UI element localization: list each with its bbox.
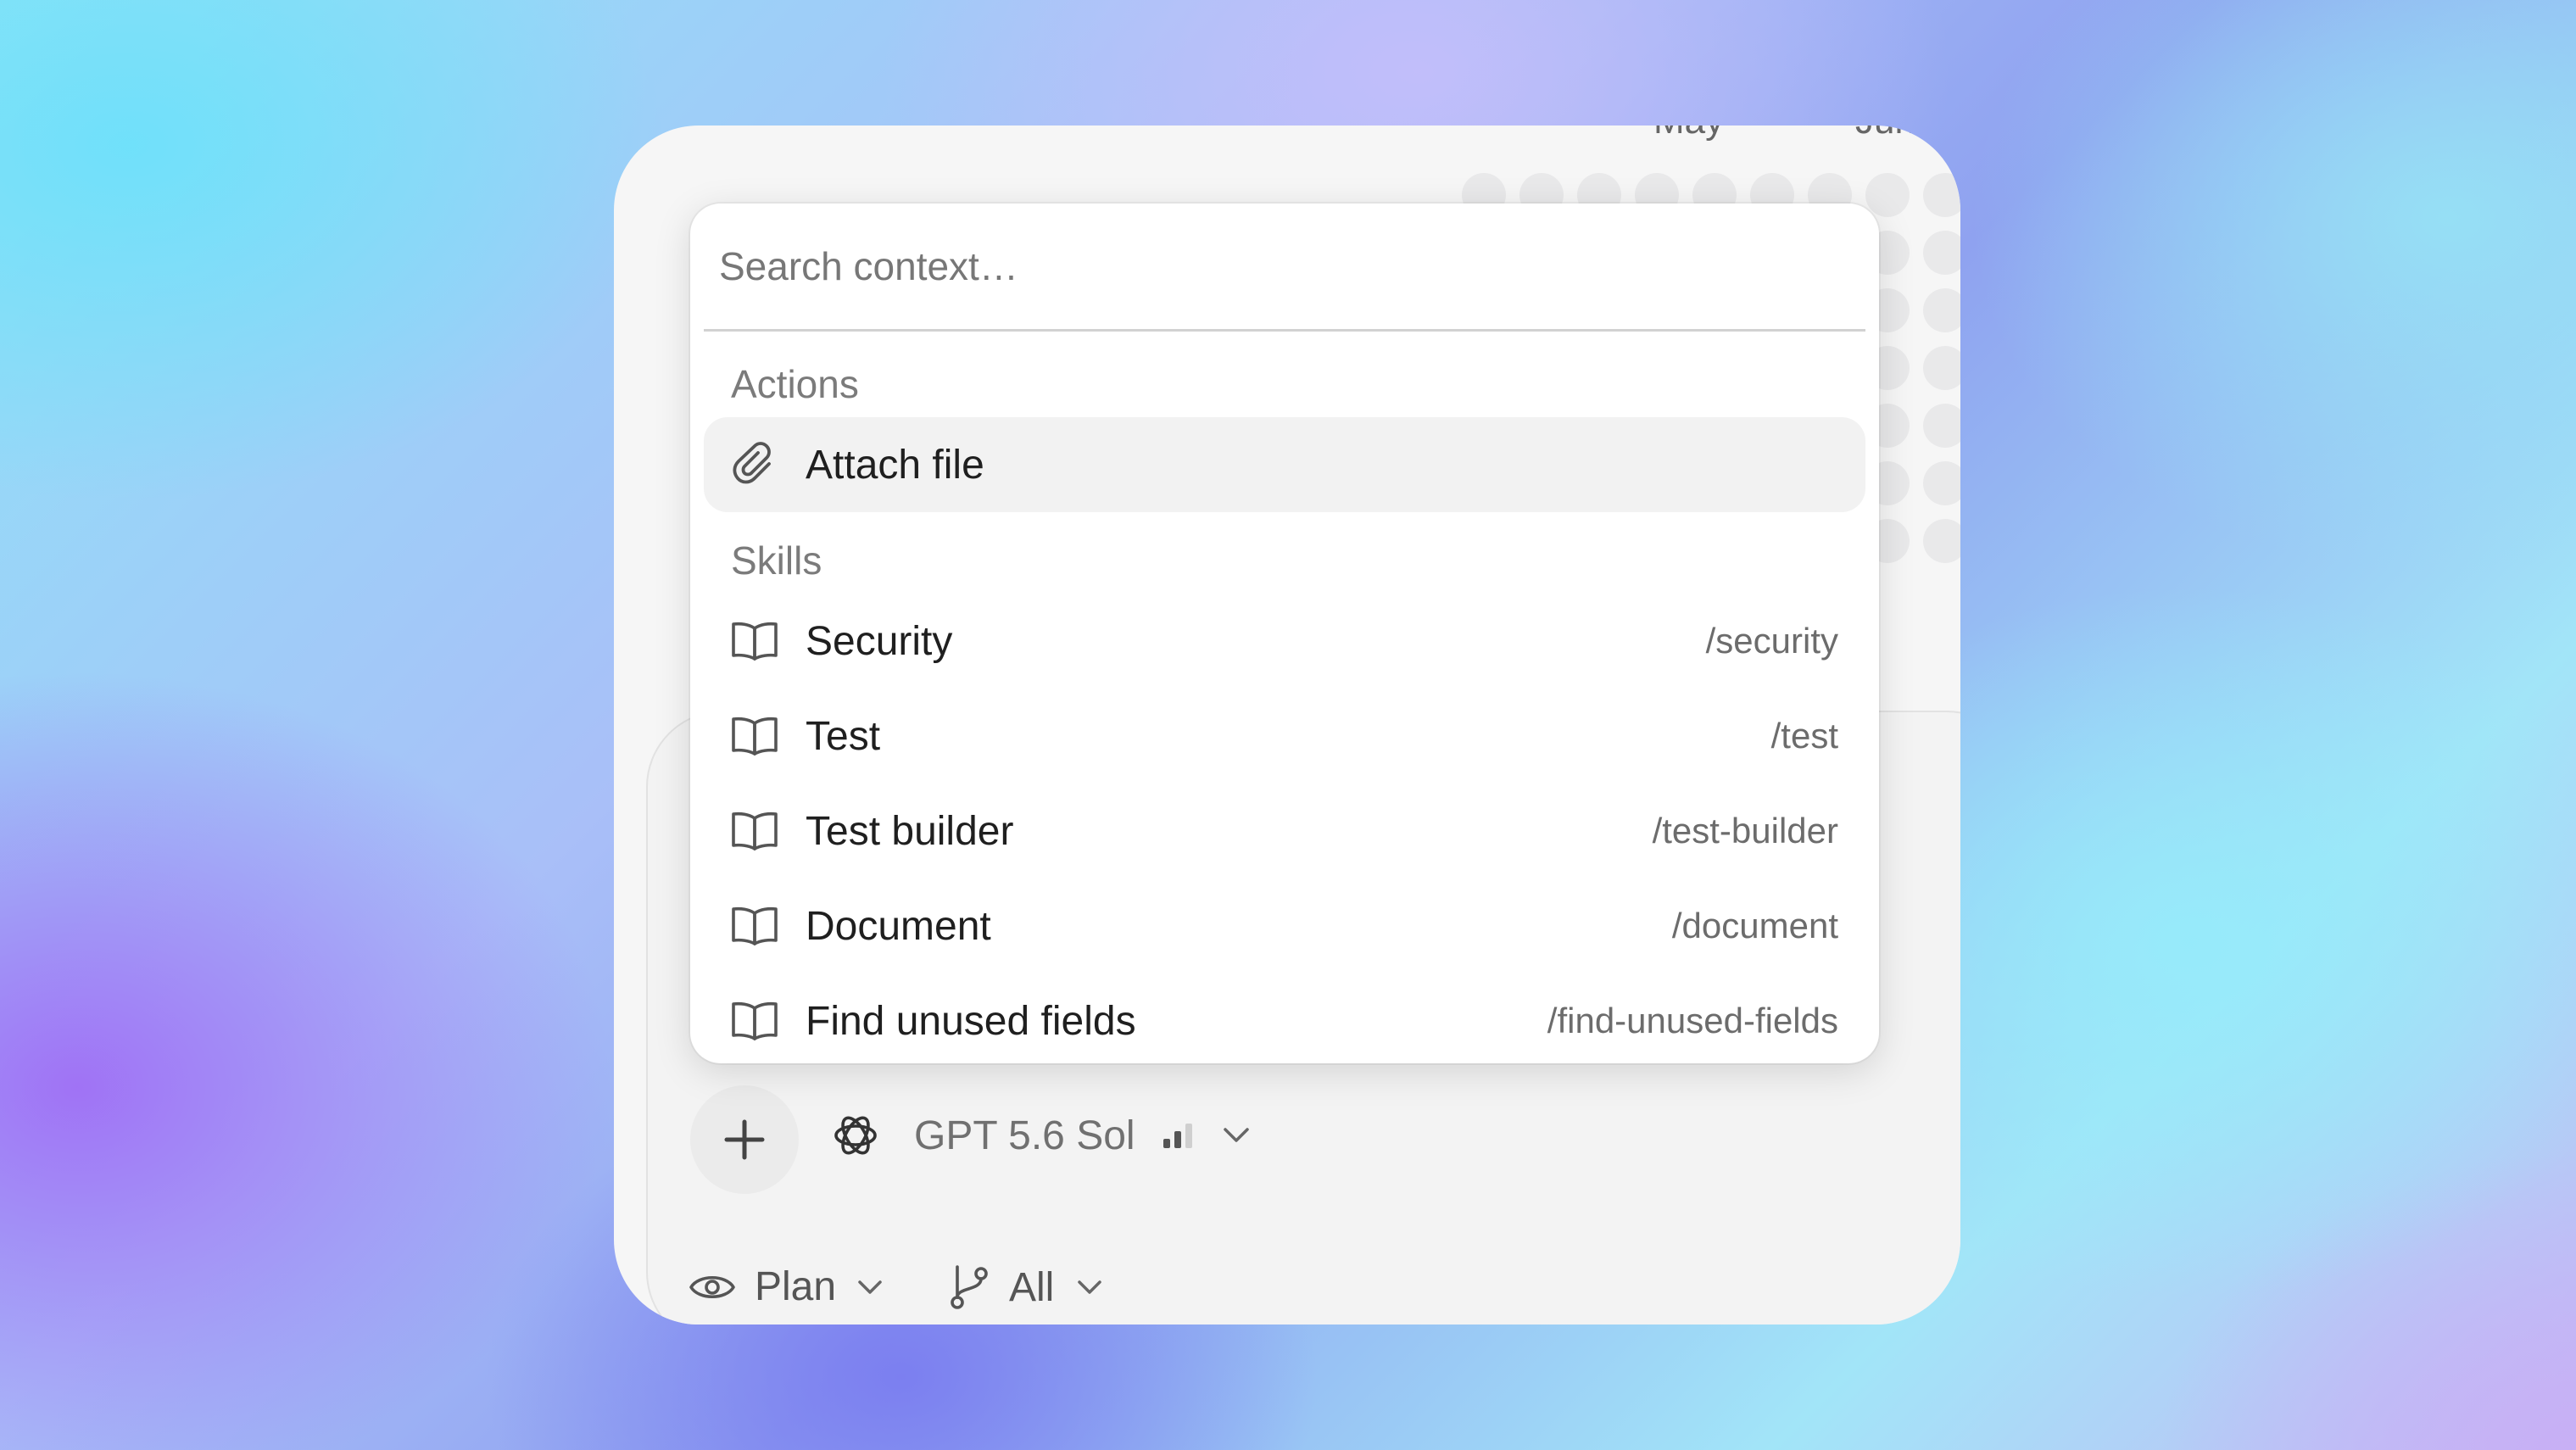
menu-item-label: Attach file bbox=[806, 442, 984, 488]
mode-selector[interactable]: Plan bbox=[689, 1263, 884, 1310]
skill-label: Test bbox=[806, 713, 881, 759]
book-icon bbox=[731, 902, 778, 950]
add-context-button[interactable] bbox=[690, 1085, 799, 1194]
eye-icon bbox=[689, 1275, 735, 1298]
chevron-down-icon bbox=[858, 1280, 882, 1294]
skill-item-test[interactable]: Test /test bbox=[704, 689, 1865, 784]
skill-command: /document bbox=[1671, 906, 1838, 945]
calendar-month-label: Jun bbox=[1855, 125, 1915, 142]
book-icon bbox=[731, 997, 778, 1045]
calendar-month-label: May bbox=[1653, 125, 1724, 142]
search-input[interactable] bbox=[704, 204, 1865, 329]
section-label-skills: Skills bbox=[731, 538, 822, 583]
plus-icon bbox=[724, 1119, 765, 1160]
skill-label: Document bbox=[806, 903, 991, 949]
context-search bbox=[704, 204, 1865, 332]
book-icon bbox=[731, 807, 778, 855]
skill-item-security[interactable]: Security /security bbox=[704, 594, 1865, 689]
skill-label: Security bbox=[806, 618, 953, 664]
openai-logo-icon bbox=[834, 1116, 877, 1155]
app-window: May Jun GPT 5.6 Sol bbox=[614, 125, 1960, 1325]
model-name: GPT 5.6 Sol bbox=[914, 1113, 1135, 1158]
section-label-actions: Actions bbox=[731, 362, 859, 406]
mode-label: Plan bbox=[755, 1264, 837, 1309]
skill-command: /find-unused-fields bbox=[1547, 1001, 1838, 1040]
skill-command: /test bbox=[1770, 716, 1838, 756]
branch-label: All bbox=[1009, 1264, 1055, 1310]
branch-selector[interactable]: All bbox=[948, 1263, 1103, 1311]
menu-item-attach-file[interactable]: Attach file bbox=[704, 417, 1865, 512]
skill-label: Find unused fields bbox=[806, 998, 1136, 1044]
skill-item-test-builder[interactable]: Test builder /test-builder bbox=[704, 784, 1865, 878]
skill-command: /security bbox=[1705, 621, 1838, 661]
book-icon bbox=[731, 712, 778, 760]
model-selector[interactable]: GPT 5.6 Sol bbox=[829, 1109, 1251, 1162]
skill-command: /test-builder bbox=[1652, 811, 1838, 850]
context-menu: Actions Attach file Skills Security /sec… bbox=[690, 204, 1879, 1063]
book-icon bbox=[731, 617, 778, 665]
chevron-down-icon bbox=[1223, 1128, 1249, 1142]
skill-item-document[interactable]: Document /document bbox=[704, 878, 1865, 973]
skill-item-find-unused-fields[interactable]: Find unused fields /find-unused-fields bbox=[704, 973, 1865, 1063]
signal-bars-icon bbox=[1163, 1124, 1192, 1148]
paperclip-icon bbox=[731, 441, 778, 488]
chevron-down-icon bbox=[1078, 1280, 1102, 1294]
git-branch-icon bbox=[951, 1265, 988, 1309]
skill-label: Test builder bbox=[806, 808, 1014, 854]
